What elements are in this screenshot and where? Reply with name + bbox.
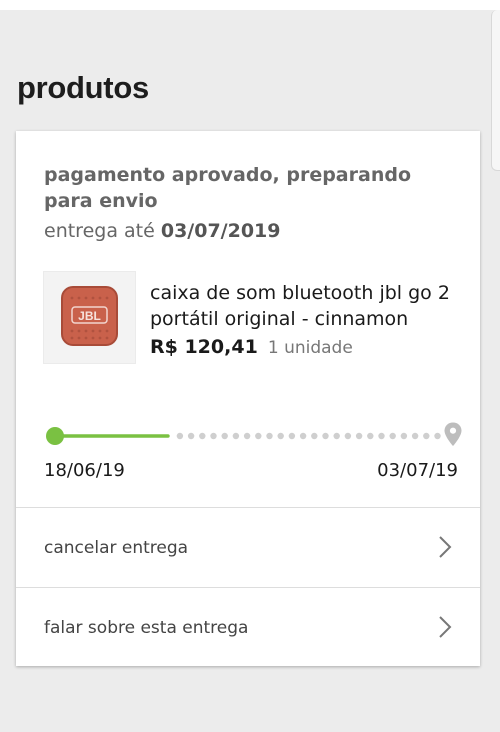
progress-dot <box>210 432 217 440</box>
progress-dot <box>221 432 228 440</box>
cancel-delivery-label: cancelar entrega <box>44 538 189 558</box>
progress-dot <box>288 432 296 440</box>
progress-dot <box>232 432 240 440</box>
progress-dot <box>434 432 441 440</box>
product-name[interactable]: caixa de som bluetooth jbl go 2 portátil… <box>150 280 470 332</box>
progress-dot <box>400 432 408 440</box>
brand-logo: JBL <box>78 309 101 323</box>
progress-dot <box>266 432 273 440</box>
progress-dot <box>423 432 430 440</box>
progress-dot <box>322 432 329 440</box>
progress-dot <box>176 432 184 440</box>
progress-dot <box>255 432 262 440</box>
progress-dot <box>411 432 419 440</box>
talk-about-delivery-row[interactable]: falar sobre esta entrega <box>16 588 480 666</box>
top-strip <box>0 0 500 10</box>
tracking-start-date: 18/06/19 <box>44 460 125 481</box>
progress-dot <box>333 432 340 440</box>
product-thumbnail[interactable]: JBL <box>43 271 136 364</box>
progress-dot <box>389 432 396 440</box>
speaker-image: JBL <box>61 286 118 346</box>
progress-dot <box>355 432 363 440</box>
location-pin-icon <box>444 422 462 446</box>
progress-dot <box>277 432 284 440</box>
talk-about-delivery-label: falar sobre esta entrega <box>44 618 249 638</box>
delivery-prefix: entrega até <box>44 220 155 242</box>
progress-start-dot <box>46 427 64 445</box>
side-panel-edge[interactable] <box>491 10 500 171</box>
progress-dot <box>378 432 385 440</box>
progress-dot <box>344 432 352 440</box>
tracking-end-date: 03/07/19 <box>377 460 458 481</box>
delivery-progress-tracker <box>46 422 462 446</box>
product-quantity: 1 unidade <box>267 338 353 358</box>
progress-dot <box>367 432 374 440</box>
order-status: pagamento aprovado, preparando para envi… <box>44 164 411 212</box>
progress-dot <box>243 432 251 440</box>
chevron-right-icon[interactable] <box>438 615 452 639</box>
price-line: R$ 120,41 1 unidade <box>150 336 353 358</box>
order-card: pagamento aprovado, preparando para envi… <box>16 131 480 666</box>
progress-dots-pending <box>176 432 441 440</box>
delivery-date: 03/07/2019 <box>160 220 281 242</box>
progress-dot <box>311 432 318 440</box>
delivery-estimate: entrega até 03/07/2019 <box>44 220 280 242</box>
page-title: produtos <box>17 70 149 105</box>
progress-dot <box>199 432 206 440</box>
progress-dot <box>187 432 195 440</box>
chevron-right-icon[interactable] <box>438 535 452 559</box>
progress-dot <box>299 432 307 440</box>
cancel-delivery-row[interactable]: cancelar entrega <box>16 508 480 586</box>
product-price: R$ 120,41 <box>150 336 258 358</box>
